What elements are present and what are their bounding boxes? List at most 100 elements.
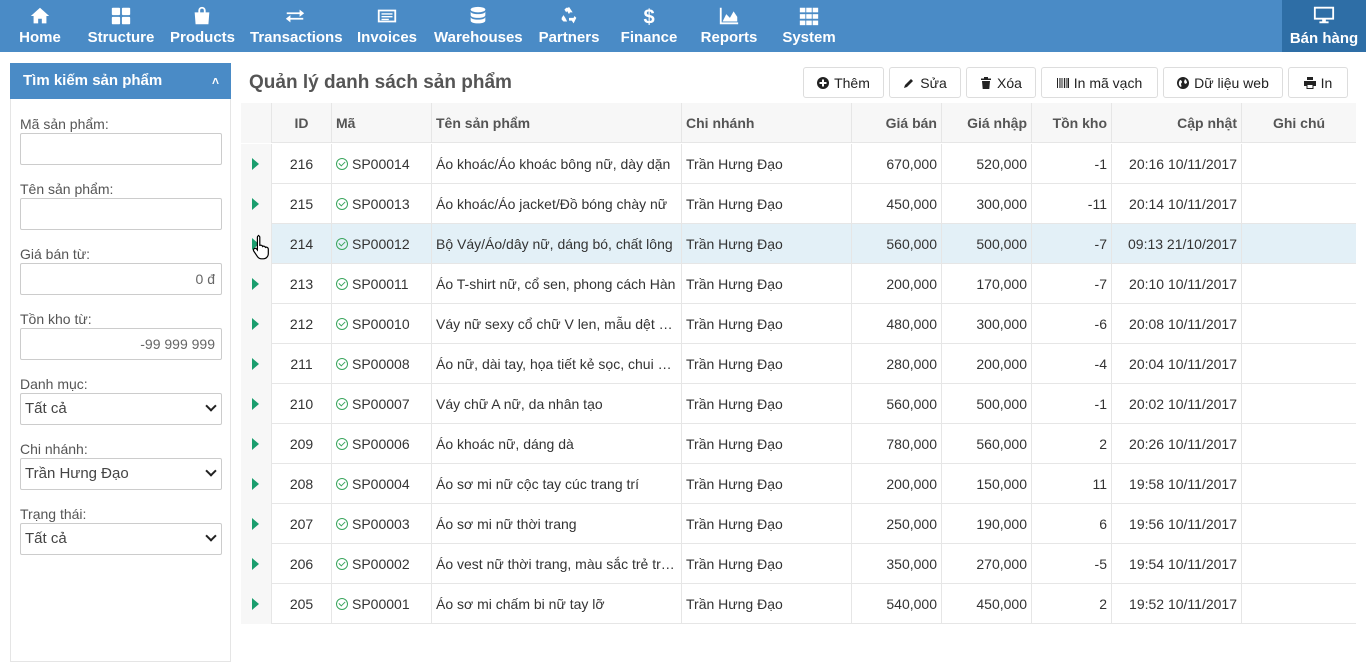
header-code[interactable]: Mã [332,103,432,143]
nav-home[interactable]: Home [10,0,70,52]
row-expander[interactable] [241,344,272,384]
svg-text:$: $ [644,6,655,27]
caret-right-icon[interactable] [252,278,259,290]
cell-name: Áo sơ mi chấm bi nữ tay lỡ [432,584,682,624]
cell-name: Áo sơ mi nữ cộc tay cúc trang trí [432,464,682,504]
caret-right-icon[interactable] [252,518,259,530]
row-expander[interactable] [241,144,272,184]
caret-right-icon[interactable] [252,478,259,490]
cell-id: 214 [272,224,332,264]
nav-warehouses[interactable]: Warehouses [434,0,523,52]
recycle-icon [538,5,600,29]
branch-label: Chi nhánh: [20,441,88,457]
caret-right-icon[interactable] [252,558,259,570]
cell-branch: Trần Hưng Đạo [682,464,852,504]
cell-price: 480,000 [852,304,942,344]
caret-right-icon[interactable] [252,318,259,330]
cell-cost: 300,000 [942,304,1032,344]
add-button[interactable]: Thêm [803,67,884,98]
check-circle-icon [336,438,348,450]
cell-name: Áo T-shirt nữ, cổ sen, phong cách Hàn [432,264,682,304]
table-row[interactable]: 210 SP00007 Váy chữ A nữ, da nhân tạo Trần … [241,384,1356,424]
nav-transactions[interactable]: Transactions [250,0,343,52]
branch-select[interactable]: Trần Hưng Đạo [20,458,222,490]
row-expander[interactable] [241,584,272,624]
nav-partners[interactable]: Partners [538,0,600,52]
nav-invoices[interactable]: Invoices [356,0,418,52]
nav-products[interactable]: Products [170,0,235,52]
sidebar-header[interactable]: Tìm kiếm sản phẩm ˄ [10,63,231,99]
cell-stock: -5 [1032,544,1112,584]
cell-name: Váy chữ A nữ, da nhân tạo [432,384,682,424]
cell-stock: -7 [1032,264,1112,304]
header-stock[interactable]: Tồn kho [1032,103,1112,143]
check-circle-icon [336,318,348,330]
check-circle-icon [336,398,348,410]
table-row[interactable]: 205 SP00001 Áo sơ mi chấm bi nữ tay lỡ Trần… [241,584,1356,624]
table-row[interactable]: 207 SP00003 Áo sơ mi nữ thời trang Trần Hưn… [241,504,1356,544]
nav-sales[interactable]: Bán hàng [1282,0,1366,52]
nav-finance[interactable]: $ Finance [620,0,678,52]
header-price[interactable]: Giá bán [852,103,942,143]
row-expander[interactable] [241,304,272,344]
hand-cursor-icon [252,234,269,260]
stock-from-input[interactable] [20,328,222,360]
table-row[interactable]: 208 SP00004 Áo sơ mi nữ cộc tay cúc trang … [241,464,1356,504]
delete-button[interactable]: Xóa [966,67,1036,98]
status-select[interactable]: Tất cả [20,523,222,555]
stock-from-label: Tồn kho từ: [20,311,92,327]
caret-right-icon[interactable] [252,358,259,370]
row-expander[interactable] [241,384,272,424]
chevron-down-icon [205,400,217,412]
nav-structure[interactable]: Structure [86,0,156,52]
cell-branch: Trần Hưng Đạo [682,224,852,264]
product-name-input[interactable] [20,198,222,230]
cell-stock: -4 [1032,344,1112,384]
cell-branch: Trần Hưng Đạo [682,504,852,544]
row-expander[interactable] [241,544,272,584]
cell-branch: Trần Hưng Đạo [682,144,852,184]
header-note[interactable]: Ghi chú [1242,103,1356,143]
header-updated[interactable]: Cập nhật [1112,103,1242,143]
row-expander[interactable] [241,464,272,504]
caret-right-icon[interactable] [252,398,259,410]
header-name[interactable]: Tên sản phẩm [432,103,682,143]
cell-stock: -6 [1032,304,1112,344]
row-expander[interactable] [241,264,272,304]
table-row[interactable]: 213 SP00011 Áo T-shirt nữ, cổ sen, phong c… [241,264,1356,304]
cell-branch: Trần Hưng Đạo [682,184,852,224]
table-row[interactable]: 206 SP00002 Áo vest nữ thời trang, màu sắc… [241,544,1356,584]
table-row[interactable]: 212 SP00010 Váy nữ sexy cổ chữ V len, mẫu … [241,304,1356,344]
row-expander[interactable] [241,504,272,544]
price-from-input[interactable] [20,263,222,295]
header-branch[interactable]: Chi nhánh [682,103,852,143]
cell-stock: -7 [1032,224,1112,264]
table-row[interactable]: 216 SP00014 Áo khoác/Áo khoác bông nữ, dày… [241,144,1356,184]
caret-right-icon[interactable] [252,598,259,610]
caret-right-icon[interactable] [252,198,259,210]
header-id[interactable]: ID [272,103,332,143]
print-barcode-button[interactable]: In mã vạch [1041,67,1158,98]
table-row[interactable]: 209 SP00006 Áo khoác nữ, dáng dà Trần Hưng … [241,424,1356,464]
caret-right-icon[interactable] [252,438,259,450]
price-from-label: Giá bán từ: [20,246,91,262]
print-button[interactable]: In [1288,67,1348,98]
web-data-button[interactable]: Dữ liệu web [1163,67,1283,98]
cell-cost: 270,000 [942,544,1032,584]
header-cost[interactable]: Giá nhập [942,103,1032,143]
nav-system[interactable]: System [780,0,838,52]
table-row[interactable]: 211 SP00008 Áo nữ, dài tay, họa tiết kẻ sọ… [241,344,1356,384]
row-expander[interactable] [241,424,272,464]
product-code-input[interactable] [20,133,222,165]
table-row[interactable]: 214 SP00012 Bộ Váy/Áo/dây nữ, dáng bó, chấ… [241,224,1356,264]
table-row[interactable]: 215 SP00013 Áo khoác/Áo jacket/Đồ bóng chà… [241,184,1356,224]
nav-reports[interactable]: Reports [698,0,760,52]
caret-right-icon[interactable] [252,158,259,170]
chevron-up-icon[interactable]: ˄ [212,63,219,99]
row-expander[interactable] [241,184,272,224]
category-select[interactable]: Tất cả [20,393,222,425]
cell-name: Áo khoác/Áo khoác bông nữ, dày dặn [432,144,682,184]
edit-button[interactable]: Sửa [889,67,961,98]
cell-price: 200,000 [852,464,942,504]
cell-stock: -11 [1032,184,1112,224]
